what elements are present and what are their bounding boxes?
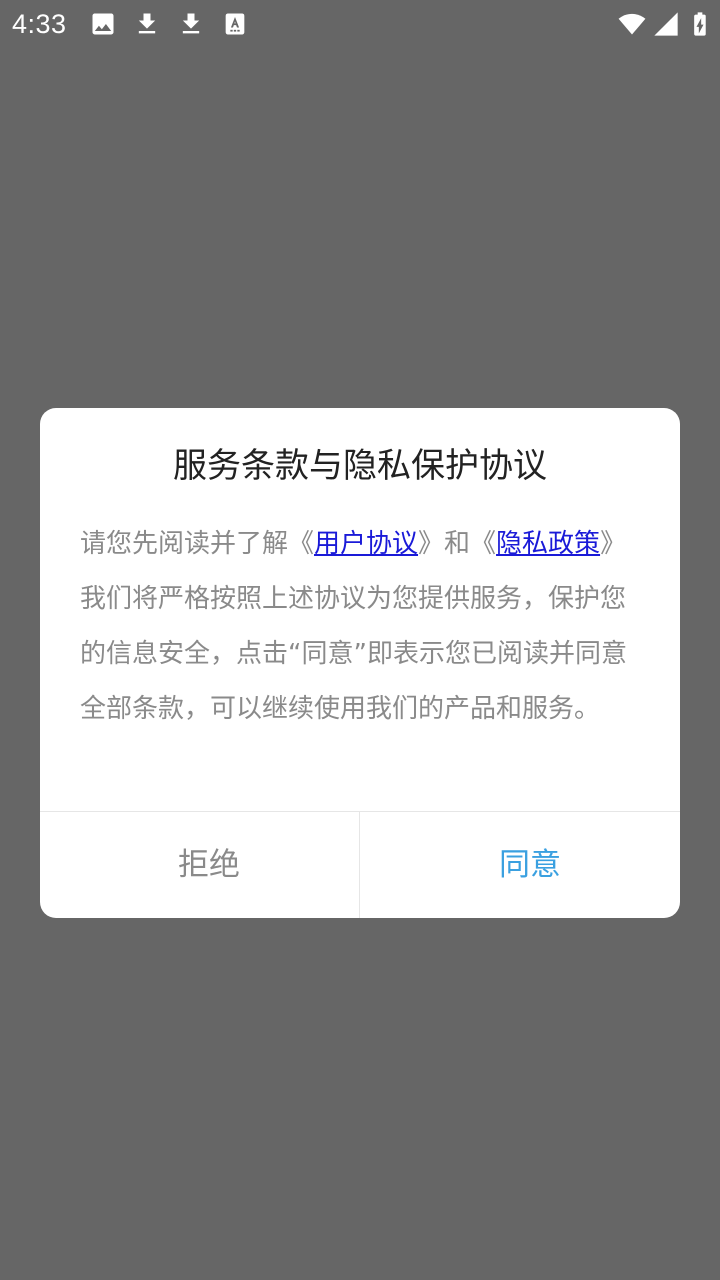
- cellular-signal-icon: [652, 10, 680, 38]
- agree-button[interactable]: 同意: [360, 812, 680, 918]
- download-icon: [177, 10, 205, 38]
- status-bar: 4:33: [0, 0, 720, 48]
- privacy-agreement-dialog: 服务条款与隐私保护协议 请您先阅读并了解《用户协议》和《隐私政策》我们将严格按照…: [40, 408, 680, 918]
- message-prefix: 请您先阅读并了解《: [80, 529, 315, 559]
- download-icon: [133, 10, 161, 38]
- message-middle: 》和《: [418, 529, 497, 559]
- text-recognition-icon: [221, 10, 249, 38]
- wifi-icon: [616, 10, 648, 38]
- reject-button[interactable]: 拒绝: [40, 812, 378, 918]
- status-time: 4:33: [12, 9, 67, 39]
- privacy-policy-link[interactable]: 隐私政策: [496, 529, 600, 559]
- image-icon: [89, 10, 117, 38]
- dialog-title: 服务条款与隐私保护协议: [173, 446, 547, 486]
- dialog-footer: 拒绝 同意: [40, 811, 680, 918]
- dialog-message: 请您先阅读并了解《用户协议》和《隐私政策》我们将严格按照上述协议为您提供服务，保…: [80, 517, 650, 737]
- user-agreement-link[interactable]: 用户协议: [314, 529, 418, 559]
- battery-charging-icon: [686, 10, 714, 38]
